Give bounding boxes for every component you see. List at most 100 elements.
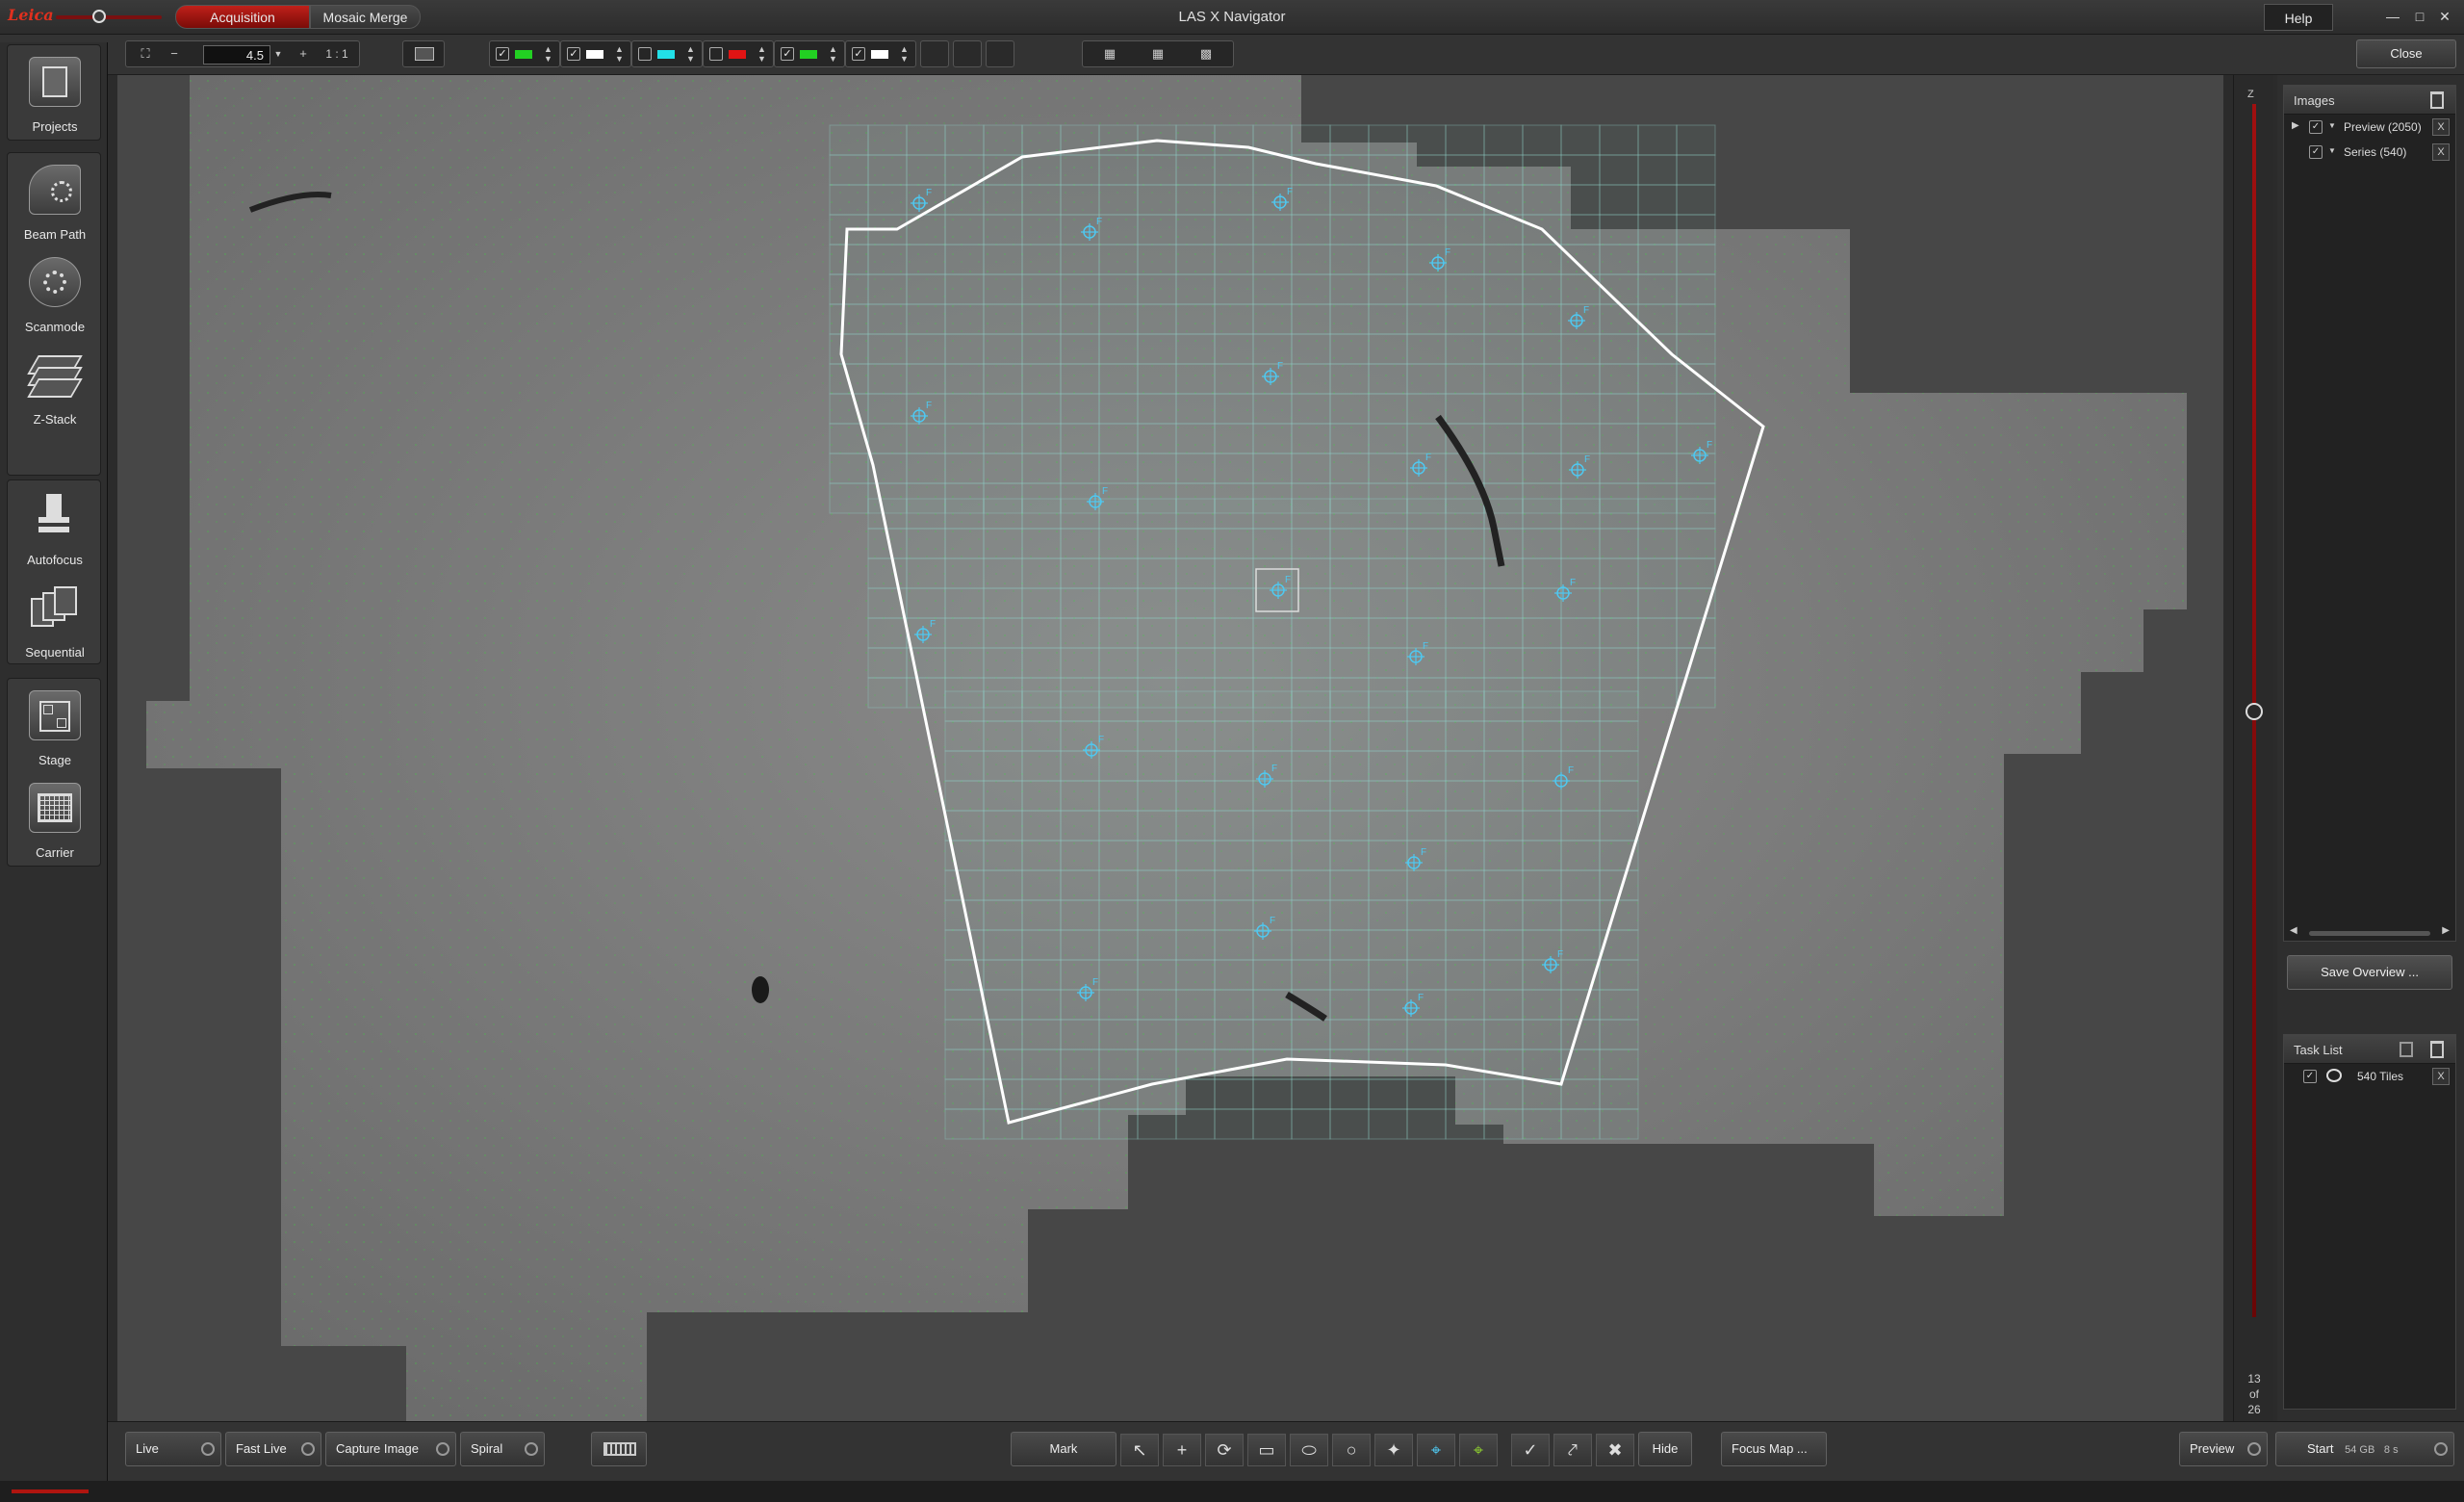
image-item-series[interactable]: ✓ ▼ Series (540) X (2284, 140, 2455, 165)
pointer-tool-icon[interactable]: ↖ (1120, 1434, 1159, 1466)
image-checkbox[interactable]: ✓ (2309, 120, 2323, 134)
sidebar-item-scanmode[interactable]: Scanmode (12, 249, 98, 338)
live-button[interactable]: Live (125, 1432, 221, 1466)
sidebar-item-stage[interactable]: Stage (12, 683, 98, 771)
fast-live-button[interactable]: Fast Live (225, 1432, 321, 1466)
channel-stepper-icon[interactable]: ▲ ▼ (615, 44, 624, 64)
minimize-icon[interactable]: — (2381, 6, 2404, 27)
mosaic-overview-image[interactable]: F F F F F F F F F F F F F F F F F F F F F F F (117, 75, 2223, 1421)
channel-checkbox[interactable] (709, 47, 723, 61)
remove-image-button[interactable]: X (2432, 118, 2450, 136)
start-button[interactable]: Start 54 GB 8 s (2275, 1432, 2454, 1466)
scroll-left-icon[interactable]: ◀ (2290, 925, 2297, 936)
circle-tool-icon[interactable]: ○ (1332, 1434, 1371, 1466)
save-overview-button[interactable]: Save Overview ... (2287, 955, 2452, 990)
chevron-down-icon[interactable]: ▼ (2328, 121, 2336, 130)
image-checkbox[interactable]: ✓ (2309, 145, 2323, 159)
one-to-one-button[interactable]: 1 : 1 (317, 41, 357, 66)
fit-view-icon[interactable]: ⛶ (132, 41, 159, 66)
hide-button[interactable]: Hide (1638, 1432, 1692, 1466)
mark-button[interactable]: Mark (1011, 1432, 1116, 1466)
help-button[interactable]: Help (2264, 4, 2333, 31)
autofocus-point-tool-icon[interactable]: ⌖ (1459, 1434, 1498, 1466)
channel-toggle[interactable]: ✓ ▲ ▼ (489, 40, 560, 67)
focus-point-tool-icon[interactable]: ⌖ (1417, 1434, 1455, 1466)
rectangle-tool-icon[interactable]: ▭ (1247, 1434, 1286, 1466)
grid-layout-icon[interactable]: ▦ (1137, 41, 1179, 66)
sidebar-item-autofocus[interactable]: Autofocus (12, 482, 98, 571)
channel-checkbox[interactable]: ✓ (781, 47, 794, 61)
copy-icon[interactable] (2400, 1042, 2413, 1057)
delete-tool-icon[interactable]: ✖ (1596, 1434, 1634, 1466)
channel-toggle[interactable]: ▲ ▼ (631, 40, 703, 67)
overview-layout-icon[interactable]: ▦ (1089, 41, 1131, 66)
horizontal-scrollbar[interactable]: ◀ ▶ (2290, 925, 2450, 937)
channel-toggle[interactable]: ✓ ▲ ▼ (845, 40, 916, 67)
preview-button[interactable]: Preview (2179, 1432, 2268, 1466)
lut-icon[interactable] (920, 40, 949, 67)
image-item-preview[interactable]: ▶ ✓ ▼ Preview (2050) X (2284, 115, 2455, 140)
sidebar-item-sequential[interactable]: Sequential (12, 575, 98, 663)
channel-checkbox[interactable] (638, 47, 652, 61)
zoom-out-button[interactable]: − (161, 41, 188, 66)
channel-stepper-icon[interactable]: ▲ ▼ (829, 44, 837, 64)
maximize-icon[interactable]: □ (2408, 6, 2431, 27)
refresh-icon[interactable] (953, 40, 982, 67)
trash-icon[interactable] (2430, 1041, 2444, 1058)
channel-color-swatch[interactable] (515, 50, 532, 59)
keyboard-button[interactable] (591, 1432, 647, 1466)
channel-stepper-icon[interactable]: ▲ ▼ (900, 44, 909, 64)
check-tool-icon[interactable]: ✓ (1511, 1434, 1550, 1466)
chevron-down-icon[interactable]: ▼ (2328, 146, 2336, 155)
zoom-in-button[interactable]: + (292, 41, 315, 66)
channel-color-swatch[interactable] (657, 50, 675, 59)
ui-scale-slider[interactable] (56, 10, 162, 23)
channel-toggle[interactable]: ✓ ▲ ▼ (774, 40, 845, 67)
channel-stepper-icon[interactable]: ▲ ▼ (544, 44, 552, 64)
lasso-tool-icon[interactable]: ⟳ (1205, 1434, 1244, 1466)
slider-thumb[interactable] (92, 10, 106, 23)
channel-color-swatch[interactable] (586, 50, 603, 59)
sidebar-item-carrier[interactable]: Carrier (12, 775, 98, 864)
dense-grid-icon[interactable]: ▩ (1185, 41, 1227, 66)
spiral-button[interactable]: Spiral (460, 1432, 545, 1466)
scroll-right-icon[interactable]: ▶ (2442, 925, 2450, 936)
sidebar-item-z-stack[interactable]: Z-Stack (12, 342, 98, 430)
channel-checkbox[interactable]: ✓ (852, 47, 865, 61)
tab-mosaic-merge[interactable]: Mosaic Merge (310, 5, 421, 29)
wand-tool-icon[interactable]: ✦ (1374, 1434, 1413, 1466)
channel-toggle[interactable]: ▲ ▼ (703, 40, 774, 67)
sidebar-item-projects[interactable]: Projects (12, 49, 98, 138)
gradient-icon[interactable] (986, 40, 1014, 67)
scroll-thumb[interactable] (2309, 931, 2430, 936)
expand-arrow-icon[interactable]: ▶ (2292, 120, 2299, 131)
channel-checkbox[interactable]: ✓ (567, 47, 580, 61)
remove-task-button[interactable]: X (2432, 1068, 2450, 1085)
channel-stepper-icon[interactable]: ▲ ▼ (686, 44, 695, 64)
channel-color-swatch[interactable] (800, 50, 817, 59)
channel-color-swatch[interactable] (729, 50, 746, 59)
z-position-slider[interactable]: Z 13 of 26 (2233, 75, 2273, 1421)
zoom-dropdown-icon[interactable]: ▼ (270, 41, 286, 66)
view-mode-button[interactable] (402, 40, 445, 67)
focus-map-button[interactable]: Focus Map ... (1721, 1432, 1827, 1466)
channel-checkbox[interactable]: ✓ (496, 47, 509, 61)
channel-stepper-icon[interactable]: ▲ ▼ (757, 44, 766, 64)
channel-toggle[interactable]: ✓ ▲ ▼ (560, 40, 631, 67)
ellipse-tool-icon[interactable]: ⬭ (1290, 1434, 1328, 1466)
close-button[interactable]: Close (2356, 39, 2456, 68)
select-move-tool-icon[interactable]: ⤤ (1553, 1434, 1592, 1466)
close-icon[interactable]: ✕ (2433, 6, 2456, 27)
mosaic-canvas[interactable]: F F F F F F F F F F F F F F F F F F F F F F F (117, 75, 2223, 1421)
capture-image-button[interactable]: Capture Image (325, 1432, 456, 1466)
channel-color-swatch[interactable] (871, 50, 888, 59)
remove-image-button[interactable]: X (2432, 143, 2450, 161)
task-item[interactable]: ✓ 540 Tiles X (2284, 1064, 2455, 1089)
zoom-input[interactable] (203, 45, 270, 65)
sidebar-item-beam-path[interactable]: Beam Path (12, 157, 98, 246)
trash-icon[interactable] (2430, 91, 2444, 109)
crosshair-tool-icon[interactable]: + (1163, 1434, 1201, 1466)
tab-acquisition[interactable]: Acquisition (175, 5, 310, 29)
z-thumb[interactable] (2246, 703, 2263, 720)
task-checkbox[interactable]: ✓ (2303, 1070, 2317, 1083)
